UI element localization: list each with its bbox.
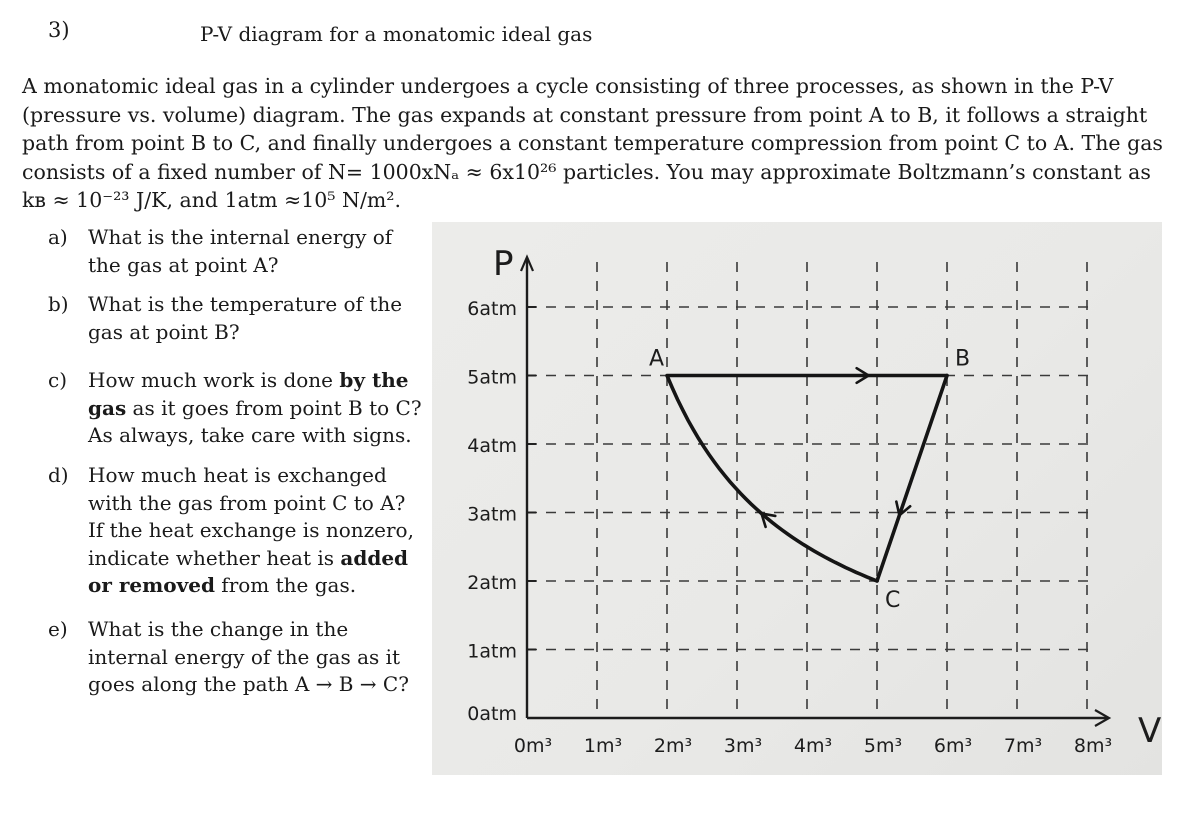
- x-tick-label: 1m³: [584, 735, 622, 757]
- point-labels: A B C: [649, 347, 970, 614]
- grid: [527, 262, 1097, 718]
- y-tick-label: 4atm: [467, 435, 517, 457]
- y-tick-label: 0atm: [467, 703, 517, 725]
- x-axis-label: V: [1138, 711, 1161, 751]
- x-tick-label: 8m³: [1074, 735, 1112, 757]
- x-tick-label: 3m³: [724, 735, 762, 757]
- x-tick-label: 6m³: [934, 735, 972, 757]
- y-axis-label: P: [493, 244, 514, 284]
- process-path: [875, 373, 949, 583]
- y-tick-label: 3atm: [467, 504, 517, 526]
- point-label: A: [649, 347, 664, 372]
- x-tick-label: 7m³: [1004, 735, 1042, 757]
- y-tick-label: 1atm: [467, 641, 517, 663]
- point-label: C: [885, 588, 900, 613]
- point-label: B: [955, 347, 970, 372]
- x-tick-label: 4m³: [794, 735, 832, 757]
- y-tick-label: 6atm: [467, 298, 517, 320]
- x-tick-label: 5m³: [864, 735, 902, 757]
- x-tick-label: 2m³: [654, 735, 692, 757]
- pv-diagram: PV 0atm1atm2atm3atm4atm5atm6atm0m³ 1m³ 2m³…: [467, 244, 1161, 757]
- y-tick-label: 5atm: [467, 367, 517, 389]
- tick-labels: 0atm 1atm 2atm 3atm 4atm 5atm 6atm 0m³ 1m³ 2m³ 3m³…: [467, 298, 1112, 757]
- process-path: [665, 374, 878, 583]
- axes: PV: [493, 244, 1161, 751]
- y-tick-label: 2atm: [467, 572, 517, 594]
- x-tick-label: 0m³: [514, 735, 552, 757]
